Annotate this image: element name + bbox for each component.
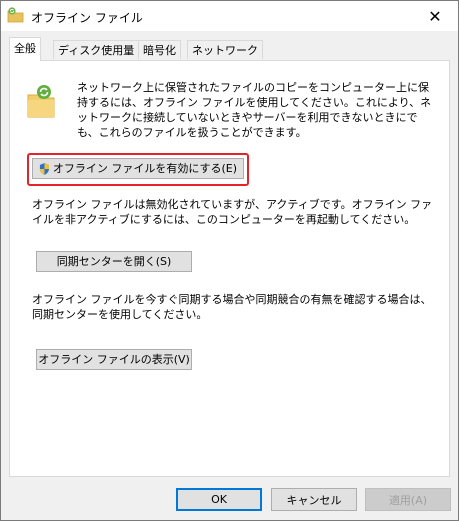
window-title: オフライン ファイル: [31, 11, 143, 25]
view-offline-files-button[interactable]: オフライン ファイルの表示(V): [36, 349, 192, 370]
status-description: オフライン ファイルは無効化されていますが、アクティブです。オフライン ファイル…: [32, 198, 433, 226]
enable-offline-files-button[interactable]: オフライン ファイルを有効にする(E): [32, 158, 244, 179]
cancel-button[interactable]: キャンセル: [271, 488, 357, 511]
uac-shield-icon: [39, 162, 49, 175]
offline-files-app-icon: [7, 7, 24, 23]
enable-offline-files-label: オフライン ファイルを有効にする(E): [52, 162, 237, 175]
close-button[interactable]: ✕: [412, 1, 458, 31]
view-offline-files-label: オフライン ファイルの表示(V): [38, 353, 190, 366]
tab-disk-usage[interactable]: ディスク使用量: [53, 40, 140, 59]
apply-button[interactable]: 適用(A): [365, 488, 451, 511]
tab-encryption[interactable]: 暗号化: [138, 40, 181, 59]
general-tab-panel: ネットワーク上に保管されたファイルのコピーをコンピューター上に保持するには、オフ…: [9, 60, 450, 477]
tab-general[interactable]: 全般: [9, 37, 41, 61]
ok-button[interactable]: OK: [176, 488, 262, 511]
close-icon: ✕: [428, 6, 442, 26]
title-bar[interactable]: オフライン ファイル ✕: [1, 1, 458, 31]
intro-description: ネットワーク上に保管されたファイルのコピーをコンピューター上に保持するには、オフ…: [77, 81, 432, 139]
tab-strip: 全般 ディスク使用量 暗号化 ネットワーク: [9, 37, 450, 61]
open-sync-center-button[interactable]: 同期センターを開く(S): [36, 251, 192, 272]
offline-files-dialog: オフライン ファイル ✕ 全般 ディスク使用量 暗号化 ネットワーク ネットワー…: [0, 0, 459, 521]
tab-network[interactable]: ネットワーク: [187, 40, 263, 59]
offline-folder-sync-icon: [27, 85, 55, 118]
sync-description: オフライン ファイルを今すぐ同期する場合や同期競合の有無を確認する場合は、同期セ…: [32, 293, 432, 321]
open-sync-center-label: 同期センターを開く(S): [56, 255, 172, 268]
